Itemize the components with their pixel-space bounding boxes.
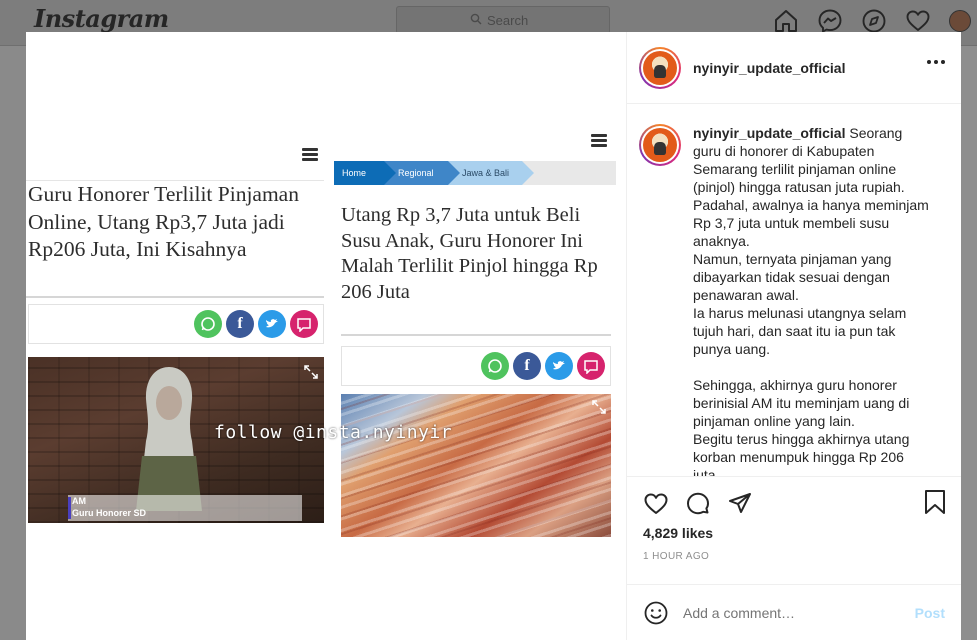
divider xyxy=(26,296,324,298)
search-icon xyxy=(470,13,482,25)
like-icon[interactable] xyxy=(643,491,669,517)
expand-icon xyxy=(304,365,318,379)
avatar[interactable] xyxy=(643,128,677,162)
post-media[interactable]: Guru Honorer Terlilit Pinjaman Online, U… xyxy=(26,32,626,640)
background-feed xyxy=(961,46,977,640)
heart-icon[interactable] xyxy=(905,8,931,34)
share-bar: f xyxy=(341,346,611,386)
facebook-icon: f xyxy=(226,310,254,338)
post-time[interactable]: 1 HOUR AGO xyxy=(643,551,945,562)
menu-icon xyxy=(591,134,607,147)
likes-count[interactable]: 4,829 likes xyxy=(643,525,945,541)
comment-input[interactable] xyxy=(683,604,915,621)
whatsapp-icon xyxy=(481,352,509,380)
action-row xyxy=(643,485,945,523)
instagram-logo[interactable]: Instagram xyxy=(34,4,169,33)
comment-icon xyxy=(290,310,318,338)
share-bar: f xyxy=(28,304,324,344)
post-username[interactable]: nyinyir_update_official xyxy=(693,60,845,76)
messenger-icon[interactable] xyxy=(817,8,843,34)
watermark-text: follow @insta.nyinyir xyxy=(214,422,453,443)
post-sidebar: nyinyir_update_official nyinyir_update_o… xyxy=(626,32,961,640)
article-headline: Guru Honorer Terlilit Pinjaman Online, U… xyxy=(28,182,299,261)
profile-avatar[interactable] xyxy=(949,10,971,32)
story-ring[interactable] xyxy=(639,124,681,166)
person-figure xyxy=(136,367,202,511)
caption-username[interactable]: nyinyir_update_official xyxy=(693,125,845,141)
twitter-icon xyxy=(258,310,286,338)
caption-area[interactable]: nyinyir_update_official Seorang guru di … xyxy=(627,104,961,476)
expand-icon xyxy=(592,400,606,414)
search-box[interactable]: Search xyxy=(396,6,610,34)
story-ring[interactable] xyxy=(639,46,681,89)
twitter-icon xyxy=(545,352,573,380)
share-icon[interactable] xyxy=(727,491,753,517)
explore-icon[interactable] xyxy=(861,8,887,34)
caption-body: Seorang guru di honorer di Kabupaten Sem… xyxy=(693,125,929,476)
money-photo xyxy=(341,394,611,537)
action-bar: 4,829 likes 1 HOUR AGO xyxy=(627,476,961,584)
post-modal: Guru Honorer Terlilit Pinjaman Online, U… xyxy=(26,32,961,640)
photo-caption-role: Guru Honorer SD xyxy=(72,508,147,518)
search-placeholder: Search xyxy=(487,13,529,28)
nav-icons xyxy=(773,8,971,34)
bookmark-icon[interactable] xyxy=(923,489,947,515)
post-header: nyinyir_update_official xyxy=(627,32,961,104)
avatar[interactable] xyxy=(643,50,677,85)
comment-box: Post xyxy=(627,584,961,640)
more-options-icon[interactable] xyxy=(927,60,945,64)
comment-bubble-icon[interactable] xyxy=(685,491,711,517)
breadcrumb-home: Home xyxy=(334,161,396,185)
post-button[interactable]: Post xyxy=(915,605,945,621)
divider xyxy=(341,334,611,336)
comment-icon xyxy=(577,352,605,380)
breadcrumb: Home Regional Jawa & Bali xyxy=(334,161,616,185)
whatsapp-icon xyxy=(194,310,222,338)
emoji-icon[interactable] xyxy=(643,600,669,626)
menu-icon xyxy=(302,148,318,161)
home-icon[interactable] xyxy=(773,8,799,34)
facebook-icon: f xyxy=(513,352,541,380)
article-headline: Utang Rp 3,7 Juta untuk Beli Susu Anak, … xyxy=(341,204,598,303)
caption-text: nyinyir_update_official Seorang guru di … xyxy=(693,124,933,476)
photo-caption-name: AM xyxy=(72,496,86,506)
